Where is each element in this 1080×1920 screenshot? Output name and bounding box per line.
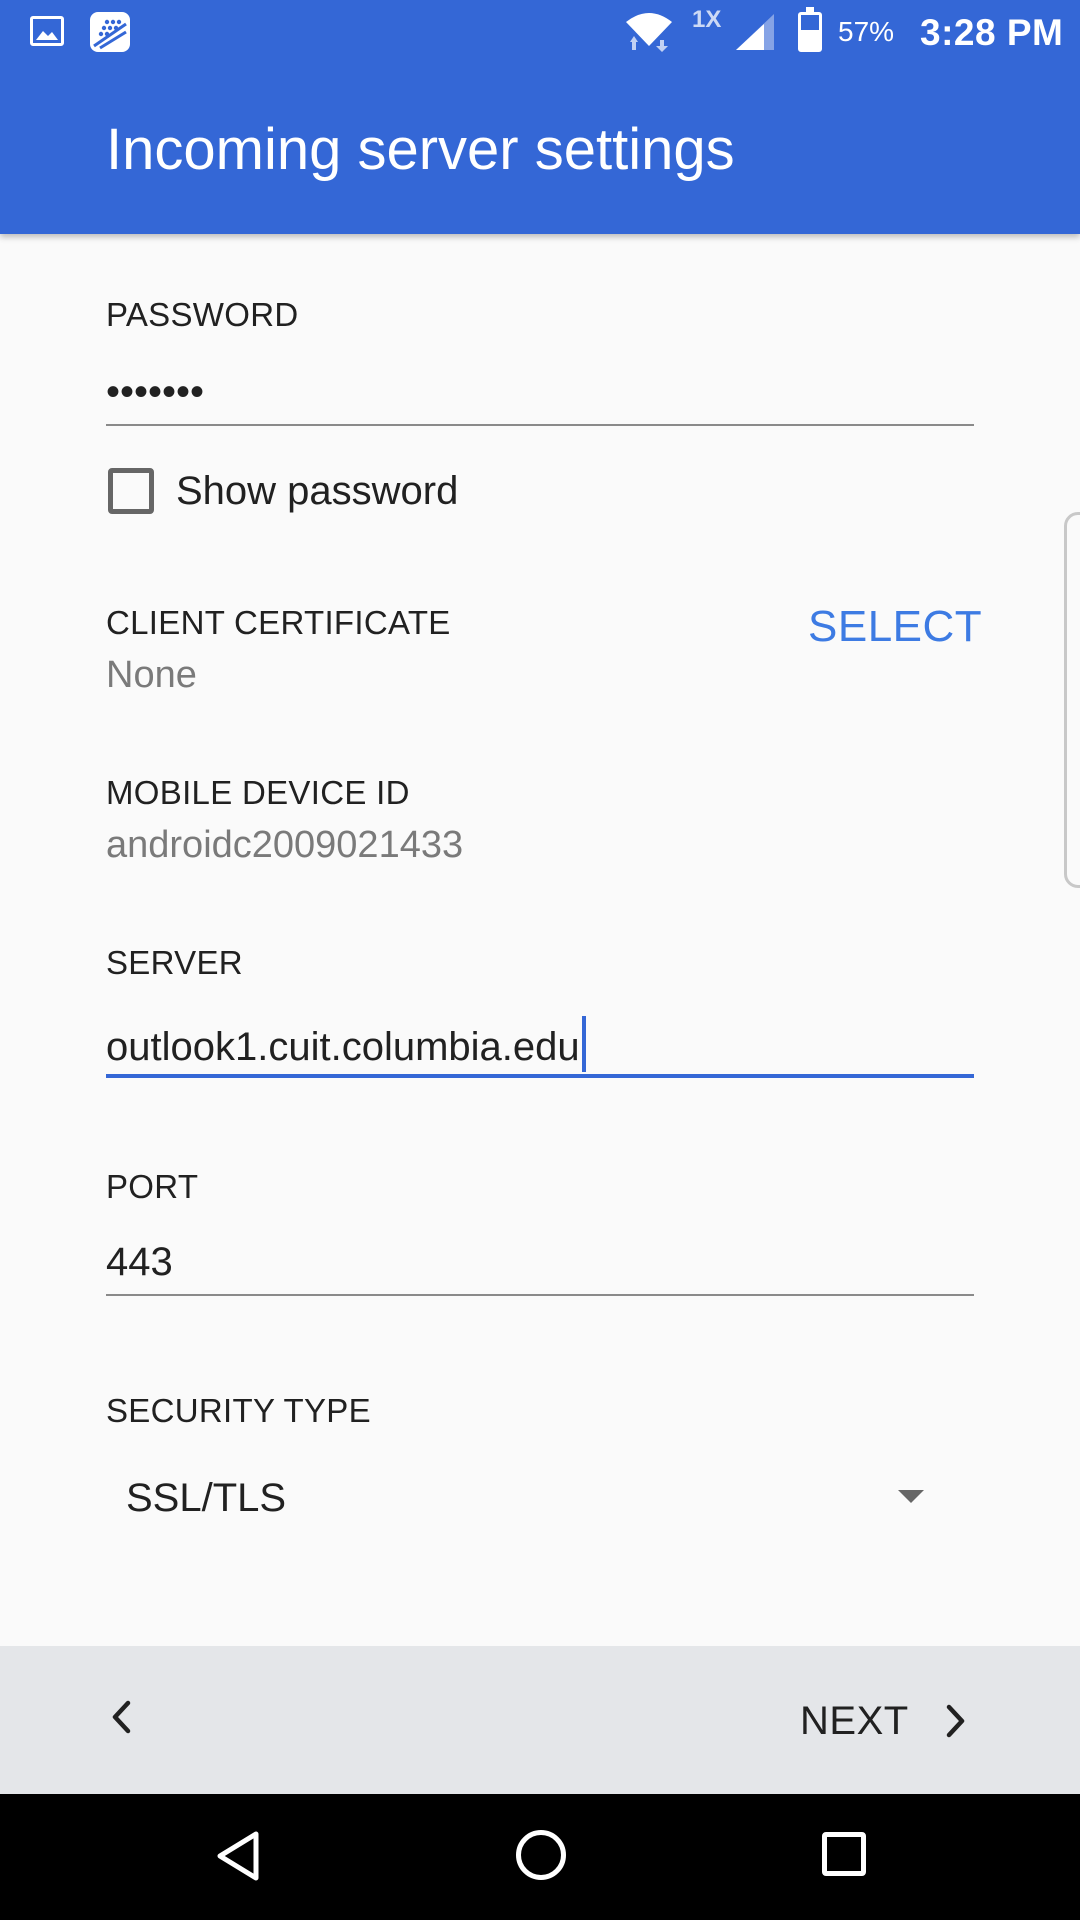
select-certificate-button[interactable]: SELECT xyxy=(808,602,982,652)
security-type-label: SECURITY TYPE xyxy=(106,1392,371,1429)
text-cursor xyxy=(581,1016,586,1072)
port-input[interactable]: 443 xyxy=(106,1240,974,1298)
back-button[interactable] xyxy=(110,1700,132,1739)
nav-home-icon[interactable] xyxy=(516,1830,566,1880)
battery-fill xyxy=(801,29,819,49)
system-nav-bar xyxy=(0,1794,1080,1920)
show-password-label: Show password xyxy=(176,468,459,513)
signal-icon xyxy=(734,12,776,57)
nav-recents-icon[interactable] xyxy=(822,1832,866,1876)
show-password-checkbox[interactable]: Show password xyxy=(108,466,458,516)
page-title: Incoming server settings xyxy=(106,117,735,182)
password-label: PASSWORD xyxy=(106,296,299,333)
server-input[interactable]: outlook1.cuit.columbia.edu xyxy=(106,1016,974,1078)
clock: 3:28 PM xyxy=(920,12,1064,53)
security-type-value: SSL/TLS xyxy=(126,1476,287,1520)
client-certificate-label: CLIENT CERTIFICATE xyxy=(106,604,451,641)
chevron-left-icon xyxy=(112,1700,131,1734)
edge-panel-handle[interactable] xyxy=(1064,512,1080,888)
server-label: SERVER xyxy=(106,944,243,981)
password-underline xyxy=(106,424,974,426)
password-value: ••••••• xyxy=(106,370,205,414)
mobile-device-id-value: androidc2009021433 xyxy=(106,824,464,866)
screen: 1X 57% 3:28 PM Incoming server settings … xyxy=(0,0,1080,1920)
battery-icon xyxy=(798,7,822,52)
dropdown-arrow-icon xyxy=(898,1490,924,1503)
port-value: 443 xyxy=(106,1240,173,1284)
status-bar: 1X 57% 3:28 PM xyxy=(0,0,1080,64)
bottom-action-bar: NEXT xyxy=(0,1646,1080,1794)
network-type: 1X xyxy=(692,6,722,33)
mobile-device-id-label: MOBILE DEVICE ID xyxy=(106,774,410,811)
bbm-icon xyxy=(90,12,130,52)
battery-percent: 57% xyxy=(838,16,895,47)
client-certificate-value: None xyxy=(106,654,197,696)
next-button[interactable]: NEXT xyxy=(800,1686,967,1756)
security-type-dropdown[interactable]: SSL/TLS xyxy=(126,1468,946,1538)
chevron-right-icon xyxy=(946,1704,964,1738)
password-field[interactable]: ••••••• xyxy=(106,370,974,428)
next-label: NEXT xyxy=(800,1698,909,1743)
gallery-icon xyxy=(30,16,64,46)
app-bar: 1X 57% 3:28 PM Incoming server settings xyxy=(0,0,1080,234)
server-value: outlook1.cuit.columbia.edu xyxy=(106,1025,580,1069)
port-underline xyxy=(106,1294,974,1296)
port-label: PORT xyxy=(106,1168,199,1205)
checkbox-icon[interactable] xyxy=(108,468,154,514)
nav-back-icon[interactable] xyxy=(214,1830,262,1887)
server-underline xyxy=(106,1074,974,1078)
wifi-icon xyxy=(624,12,674,57)
